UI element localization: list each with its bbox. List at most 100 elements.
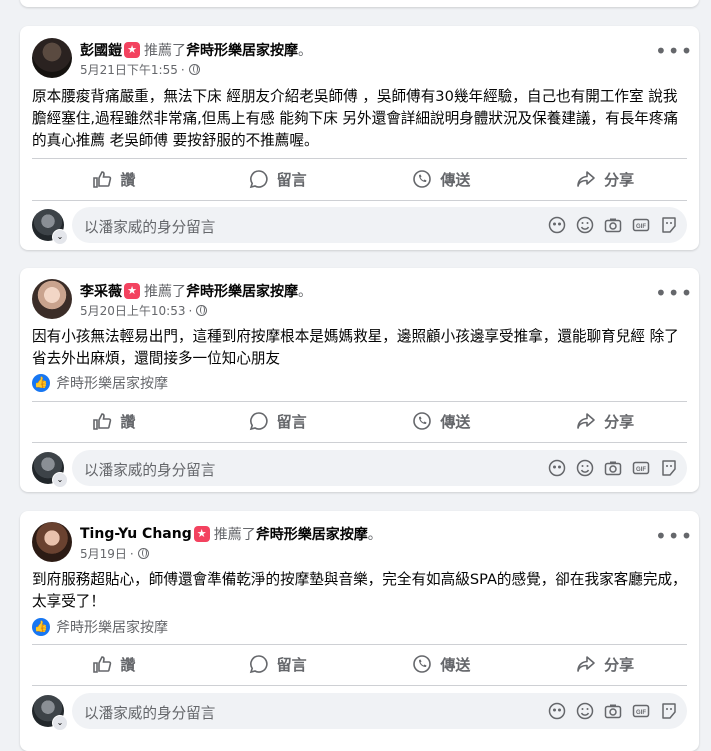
camera-icon[interactable] [603, 458, 623, 478]
avatar-sticker-icon[interactable] [547, 701, 567, 721]
post-text: 原本腰痠背痛嚴重，無法下床 經朋友介紹老吳師傅 ，吳師傅有30幾年經驗，自己也有… [32, 88, 679, 149]
action-bar: 讚 留言 傳送 分享 [32, 162, 687, 196]
recommended-text: 推薦了 [144, 43, 186, 59]
like-button[interactable]: 讚 [32, 162, 196, 196]
comment-composer: ⌄ 以潘家威的身分留言 GIF [32, 207, 687, 245]
post-date[interactable]: 5月21日下午1:55 [80, 61, 178, 78]
period: 。 [298, 284, 312, 300]
post-date[interactable]: 5月19日 [80, 545, 127, 562]
share-button[interactable]: 分享 [523, 162, 687, 196]
page-name[interactable]: 斧時形樂居家按摩 [256, 524, 368, 544]
thumbs-up-icon [93, 413, 112, 430]
speech-bubble-icon [249, 170, 268, 189]
comment-input[interactable]: 以潘家威的身分留言 GIF [72, 693, 687, 729]
comment-composer: ⌄ 以潘家威的身分留言 GIF [32, 693, 687, 731]
recommend-icon: ★ [124, 42, 140, 58]
send-label: 傳送 [440, 412, 471, 431]
emoji-icon[interactable] [575, 458, 595, 478]
divider [32, 158, 687, 159]
send-button[interactable]: 傳送 [360, 647, 524, 681]
sticker-icon[interactable] [659, 701, 679, 721]
post-card: 李采薇 ★ 推薦了 斧時形樂居家按摩 。 5月20日上午10:53 · ••• … [20, 268, 699, 492]
thumbs-up-icon [93, 656, 112, 673]
author-name[interactable]: 彭國鎧 [80, 40, 122, 60]
like-button[interactable]: 讚 [32, 404, 196, 438]
recommended-text: 推薦了 [144, 284, 186, 300]
post-meta: 5月19日 · [80, 545, 149, 562]
like-label: 讚 [120, 412, 136, 431]
like-badge-icon: 👍 [32, 374, 50, 392]
chevron-down-icon[interactable]: ⌄ [52, 229, 68, 245]
avatar-sticker-icon[interactable] [547, 215, 567, 235]
comment-button[interactable]: 留言 [196, 647, 360, 681]
author-name[interactable]: 李采薇 [80, 281, 122, 301]
more-options-button[interactable]: ••• [655, 526, 692, 549]
comment-input[interactable]: 以潘家威的身分留言 GIF [72, 207, 687, 243]
divider [32, 200, 687, 201]
post-card: 彭國鎧 ★ 推薦了 斧時形樂居家按摩 。 5月21日下午1:55 · ••• 原… [20, 26, 699, 250]
period: 。 [298, 43, 312, 59]
share-arrow-icon [577, 413, 595, 429]
more-options-button[interactable]: ••• [655, 41, 692, 64]
like-badge-icon: 👍 [32, 618, 50, 636]
comment-composer: ⌄ 以潘家威的身分留言 GIF [32, 450, 687, 488]
page-name[interactable]: 斧時形樂居家按摩 [186, 281, 298, 301]
share-button[interactable]: 分享 [523, 647, 687, 681]
comment-placeholder: 以潘家威的身分留言 [84, 705, 216, 722]
send-button[interactable]: 傳送 [360, 162, 524, 196]
like-label: 讚 [120, 170, 136, 189]
share-label: 分享 [604, 412, 635, 431]
author-name[interactable]: Ting-Yu Chang [80, 526, 192, 542]
avatar-sticker-icon[interactable] [547, 458, 567, 478]
author-avatar[interactable] [32, 522, 72, 562]
sticker-icon[interactable] [659, 215, 679, 235]
gif-icon[interactable]: GIF [631, 458, 651, 478]
globe-icon [188, 64, 200, 75]
recommend-icon: ★ [124, 283, 140, 299]
divider [32, 401, 687, 402]
send-button[interactable]: 傳送 [360, 404, 524, 438]
chevron-down-icon[interactable]: ⌄ [52, 472, 68, 488]
author-avatar[interactable] [32, 38, 72, 78]
comment-button[interactable]: 留言 [196, 404, 360, 438]
author-avatar[interactable] [32, 279, 72, 319]
send-label: 傳送 [440, 170, 471, 189]
action-bar: 讚 留言 傳送 分享 [32, 647, 687, 681]
chevron-down-icon[interactable]: ⌄ [52, 715, 68, 731]
post-meta: 5月21日下午1:55 · [80, 61, 200, 78]
emoji-icon[interactable] [575, 701, 595, 721]
page-tag[interactable]: 👍 斧時形樂居家按摩 [32, 373, 168, 393]
send-label: 傳送 [440, 655, 471, 674]
share-button[interactable]: 分享 [523, 404, 687, 438]
page-tag-label: 斧時形樂居家按摩 [56, 620, 168, 636]
post-header: 彭國鎧 ★ 推薦了 斧時形樂居家按摩 。 [80, 40, 312, 60]
more-options-button[interactable]: ••• [655, 283, 692, 306]
camera-icon[interactable] [603, 215, 623, 235]
camera-icon[interactable] [603, 701, 623, 721]
divider [32, 685, 687, 686]
divider [32, 442, 687, 443]
svg-text:GIF: GIF [636, 467, 646, 473]
thumbs-up-icon [93, 171, 112, 188]
svg-text:GIF: GIF [636, 710, 646, 716]
share-label: 分享 [604, 170, 635, 189]
comment-input[interactable]: 以潘家威的身分留言 GIF [72, 450, 687, 486]
comment-placeholder: 以潘家威的身分留言 [84, 462, 216, 479]
emoji-icon[interactable] [575, 215, 595, 235]
divider [32, 644, 687, 645]
post-date[interactable]: 5月20日上午10:53 [80, 302, 186, 319]
whatsapp-icon [413, 170, 432, 188]
page-tag[interactable]: 👍 斧時形樂居家按摩 [32, 617, 168, 637]
gif-icon[interactable]: GIF [631, 215, 651, 235]
recommend-icon: ★ [193, 526, 210, 542]
share-label: 分享 [604, 655, 635, 674]
like-button[interactable]: 讚 [32, 647, 196, 681]
page-name[interactable]: 斧時形樂居家按摩 [186, 40, 298, 60]
comment-button[interactable]: 留言 [196, 162, 360, 196]
gif-icon[interactable]: GIF [631, 701, 651, 721]
post-header: Ting-Yu Chang ★ 推薦了 斧時形樂居家按摩 。 [80, 524, 382, 544]
comment-label: 留言 [276, 655, 307, 674]
speech-bubble-icon [249, 412, 268, 431]
sticker-icon[interactable] [659, 458, 679, 478]
page-tag-label: 斧時形樂居家按摩 [56, 376, 168, 392]
